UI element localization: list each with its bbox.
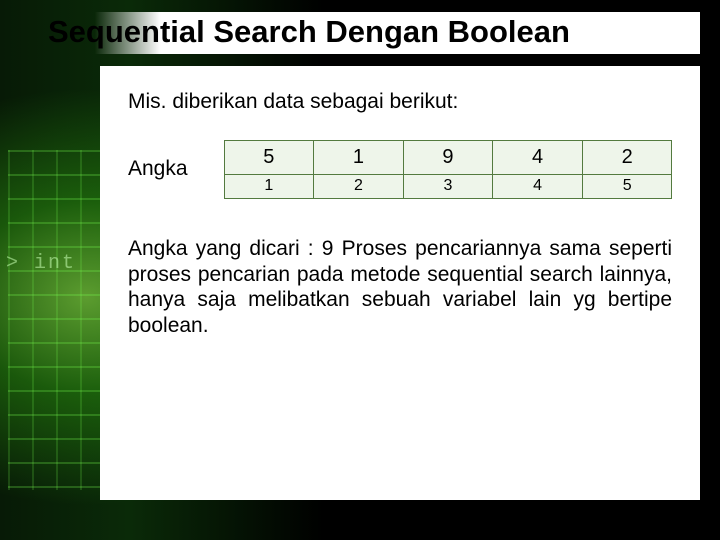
index-cell: 1 [224,174,315,199]
value-cell: 4 [492,140,583,175]
index-cell: 2 [313,174,404,199]
value-cell: 1 [313,140,404,175]
data-table: Angka 5 1 9 4 2 1 2 3 4 5 [128,140,672,198]
index-cell: 3 [403,174,494,199]
content-panel: Mis. diberikan data sebagai berikut: Ang… [100,66,700,500]
table-grid: 5 1 9 4 2 1 2 3 4 5 [224,140,672,198]
value-cell: 9 [403,140,494,175]
slide-title: Sequential Search Dengan Boolean [42,12,700,54]
value-cell: 2 [582,140,673,175]
intro-text: Mis. diberikan data sebagai berikut: [128,90,672,114]
index-cell: 4 [492,174,583,199]
index-cell: 5 [582,174,673,199]
table-row-label: Angka [128,140,206,198]
body-paragraph: Angka yang dicari : 9 Proses pencarianny… [128,236,672,338]
value-cell: 5 [224,140,315,175]
